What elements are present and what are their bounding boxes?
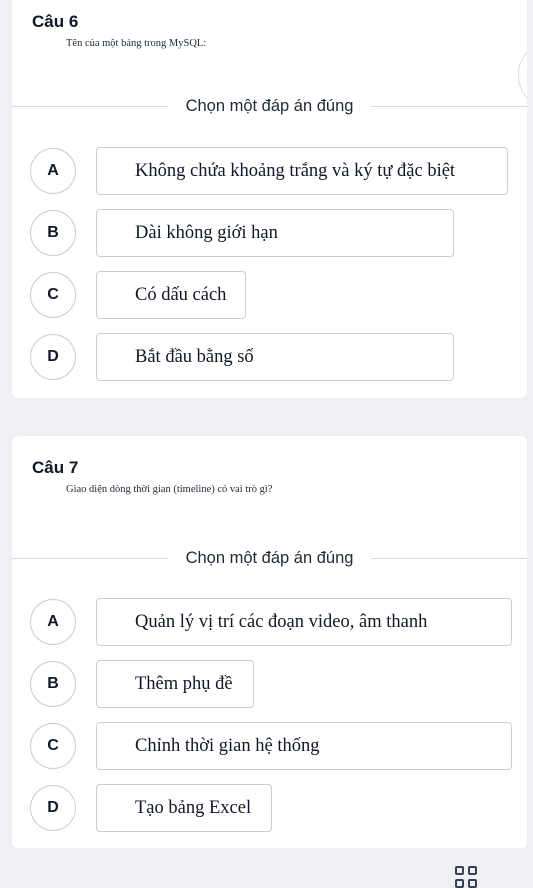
option-d[interactable]: Bắt đầu bằng số [96, 333, 454, 381]
option-c[interactable]: Có dấu cách [96, 271, 246, 319]
divider-line-left [12, 105, 168, 107]
grid-cell [468, 879, 477, 888]
instruction-text: Chọn một đáp án đúng [185, 96, 354, 115]
divider-line-right [371, 105, 527, 107]
instruction-divider: Chọn một đáp án đúng [12, 546, 527, 570]
question-card-7: Câu 7 Giao diện dòng thời gian (timeline… [12, 436, 527, 848]
option-b-letter[interactable]: B [30, 661, 76, 707]
option-b-letter[interactable]: B [30, 210, 76, 256]
instruction-text: Chọn một đáp án đúng [185, 548, 354, 567]
option-c[interactable]: Chỉnh thời gian hệ thống [96, 722, 512, 770]
question-grid-icon[interactable] [455, 866, 477, 888]
option-c-letter[interactable]: C [30, 272, 76, 318]
instruction-divider: Chọn một đáp án đúng [12, 94, 527, 118]
divider-line-right [371, 557, 527, 559]
option-d[interactable]: Tạo bảng Excel [96, 784, 272, 832]
grid-cell [468, 866, 477, 875]
option-a-letter[interactable]: A [30, 599, 76, 645]
question-text: Giao diện dòng thời gian (timeline) có v… [66, 484, 273, 495]
option-a[interactable]: Không chứa khoảng trắng và ký tự đặc biệ… [96, 147, 508, 195]
option-b[interactable]: Dài không giới hạn [96, 209, 454, 257]
question-text: Tên của một bảng trong MySQL: [66, 38, 207, 49]
grid-cell [455, 879, 464, 888]
option-d-letter[interactable]: D [30, 334, 76, 380]
option-d-letter[interactable]: D [30, 785, 76, 831]
option-a-letter[interactable]: A [30, 148, 76, 194]
question-number: Câu 6 [32, 12, 79, 31]
divider-line-left [12, 557, 168, 559]
question-card-6: Câu 6 Tên của một bảng trong MySQL: Chọn… [12, 0, 527, 398]
option-a[interactable]: Quản lý vị trí các đoạn video, âm thanh [96, 598, 512, 646]
option-b[interactable]: Thêm phụ đề [96, 660, 254, 708]
grid-cell [455, 866, 464, 875]
option-c-letter[interactable]: C [30, 723, 76, 769]
question-number: Câu 7 [32, 458, 79, 477]
